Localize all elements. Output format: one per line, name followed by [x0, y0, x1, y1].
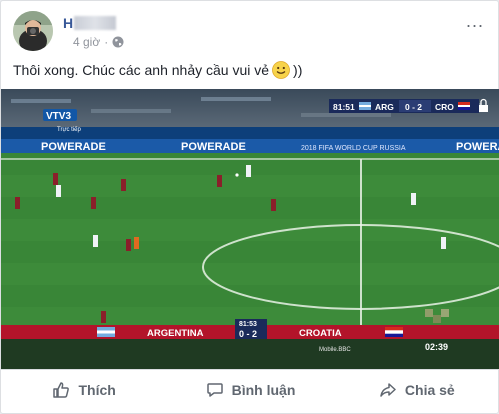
video-frame: POWERADE POWERADE 2018 FIFA WORLD CUP RU…: [1, 89, 499, 369]
home-team-name: ARGENTINA: [147, 328, 204, 339]
share-label[interactable]: Chia sẻ: [405, 382, 455, 398]
author-name-text[interactable]: H: [63, 15, 73, 31]
ad-board-2: POWERADE: [181, 141, 246, 153]
comment-button[interactable]: Bình luận: [167, 370, 333, 409]
like-label[interactable]: Thích: [78, 382, 115, 398]
post-card: H 4 giờ · ... Thôi xong. Chúc các anh nh…: [0, 0, 499, 414]
post-text-body: Thôi xong. Chúc các anh nhảy cầu vui vẻ: [13, 62, 270, 78]
share-icon: [380, 382, 396, 397]
caption-text: Mobile.BBC: [319, 347, 351, 353]
scoreboard-away: CRO: [435, 102, 454, 112]
post-actions: Thích Bình luận Chia sẻ: [1, 369, 499, 409]
post-text-suffix: )): [293, 62, 303, 78]
croatia-flag: [385, 327, 403, 337]
post-meta: 4 giờ ·: [73, 35, 124, 49]
more-options-icon[interactable]: ...: [466, 11, 484, 32]
scoreboard-time: 81:51: [333, 102, 355, 112]
share-button[interactable]: Chia sẻ: [334, 370, 499, 409]
video-player[interactable]: POWERADE POWERADE 2018 FIFA WORLD CUP RU…: [1, 89, 499, 369]
post-header: H 4 giờ · ...: [13, 11, 486, 55]
thumbs-up-icon: [53, 381, 70, 398]
post-time[interactable]: 4 giờ: [73, 35, 100, 49]
ad-board-4: POWERADE: [456, 141, 499, 153]
video-clock: 02:39: [425, 342, 448, 352]
lower-score: 0 - 2: [239, 329, 257, 339]
smile-emoji-icon: [272, 61, 290, 79]
dot-separator: ·: [104, 35, 109, 49]
channel-logo-text: VTV3: [46, 111, 71, 122]
avatar-photo: [13, 11, 53, 51]
argentina-flag: [97, 327, 115, 337]
author-name-redaction: [74, 16, 117, 30]
post-text: Thôi xong. Chúc các anh nhảy cầu vui vẻ …: [13, 61, 302, 79]
comment-icon: [206, 382, 223, 397]
avatar[interactable]: [13, 11, 53, 51]
like-button[interactable]: Thích: [1, 370, 167, 409]
ad-board-3: 2018 FIFA WORLD CUP RUSSIA: [301, 145, 406, 152]
ad-board-1: POWERADE: [41, 141, 106, 153]
globe-icon[interactable]: [112, 36, 124, 48]
scoreboard-score: 0 - 2: [405, 102, 422, 112]
away-team-name: CROATIA: [299, 328, 342, 339]
channel-live-label: Trực tiếp: [57, 127, 81, 133]
lower-time: 81:53: [239, 321, 257, 328]
comment-label[interactable]: Bình luận: [232, 382, 296, 398]
scoreboard-home: ARG: [375, 102, 394, 112]
author-name[interactable]: H: [63, 15, 117, 31]
scoreboard: 81:51 ARG 0 - 2 CRO: [329, 99, 479, 113]
